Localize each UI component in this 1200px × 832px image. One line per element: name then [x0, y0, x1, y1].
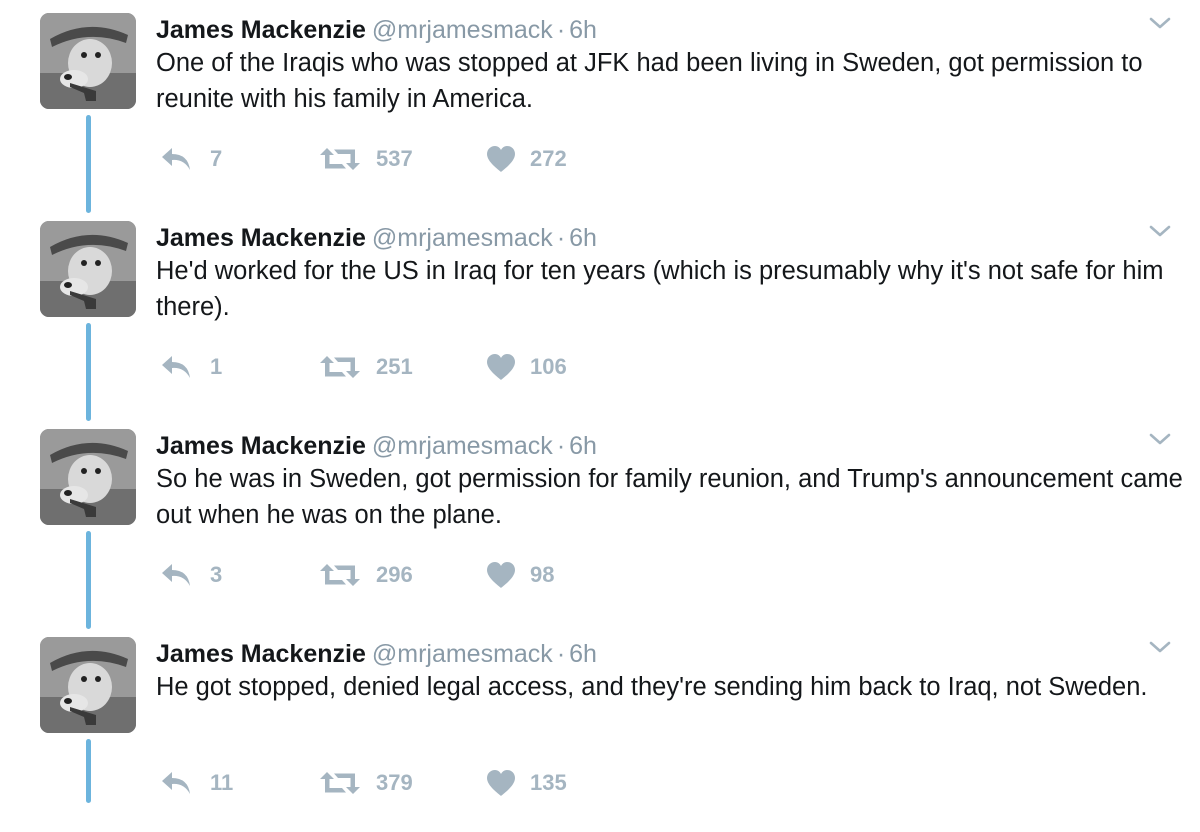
heart-icon: [487, 354, 515, 380]
timestamp[interactable]: 6h: [569, 432, 597, 460]
author-handle[interactable]: @mrjamesmack: [372, 640, 553, 668]
timestamp[interactable]: 6h: [569, 224, 597, 252]
thread-connector: [86, 531, 91, 629]
reply-count: 7: [210, 146, 223, 171]
avatar[interactable]: [40, 637, 136, 733]
retweet-icon: [320, 356, 360, 378]
retweet-count: 251: [376, 354, 413, 379]
reply-button[interactable]: 3: [160, 558, 222, 592]
reply-button[interactable]: 11: [160, 766, 233, 800]
tweet-actions: 3 296 98: [160, 558, 760, 592]
separator: ·: [556, 224, 566, 252]
tweet-actions: 11 379 135: [160, 766, 760, 800]
reply-button[interactable]: 7: [160, 142, 222, 176]
retweet-icon: [320, 148, 360, 170]
reply-arrow-icon: [162, 356, 190, 378]
heart-icon: [487, 562, 515, 588]
author-name[interactable]: James Mackenzie: [156, 432, 366, 460]
reply-count: 1: [210, 354, 223, 379]
timestamp[interactable]: 6h: [569, 16, 597, 44]
avatar[interactable]: [40, 429, 136, 525]
tweet-text: So he was in Sweden, got permission for …: [156, 465, 1183, 529]
like-button[interactable]: 272: [486, 142, 567, 176]
like-button[interactable]: 98: [486, 558, 554, 592]
tweet-actions: 1 251 106: [160, 350, 760, 384]
author-handle[interactable]: @mrjamesmack: [372, 432, 553, 460]
separator: ·: [556, 432, 566, 460]
avatar[interactable]: [40, 221, 136, 317]
tweet-header: James Mackenzie @mrjamesmack · 6h: [156, 221, 597, 255]
tweet-text: He'd worked for the US in Iraq for ten y…: [156, 257, 1164, 321]
thread-connector: [86, 739, 91, 803]
reply-count: 11: [210, 770, 234, 795]
retweet-button[interactable]: 537: [318, 142, 413, 176]
tweet[interactable]: James Mackenzie @mrjamesmack · 6h So he was…: [0, 416, 1200, 629]
reply-button[interactable]: 1: [160, 350, 222, 384]
retweet-button[interactable]: 251: [318, 350, 413, 384]
retweet-count: 379: [376, 770, 413, 795]
author-handle[interactable]: @mrjamesmack: [372, 16, 553, 44]
reply-arrow-icon: [162, 148, 190, 170]
tweet-header: James Mackenzie @mrjamesmack · 6h: [156, 637, 597, 671]
tweet-text: One of the Iraqis who was stopped at JFK…: [156, 49, 1143, 113]
retweet-icon: [320, 772, 360, 794]
retweet-button[interactable]: 379: [318, 766, 413, 800]
timestamp[interactable]: 6h: [569, 640, 597, 668]
separator: ·: [556, 640, 566, 668]
tweet-thread: James Mackenzie @mrjamesmack · 6h One of th…: [0, 0, 1200, 803]
retweet-count: 296: [376, 562, 413, 587]
tweet-actions: 7 537 272: [160, 142, 760, 176]
author-name[interactable]: James Mackenzie: [156, 224, 366, 252]
author-name[interactable]: James Mackenzie: [156, 16, 366, 44]
thread-connector: [86, 115, 91, 213]
tweet-text: He got stopped, denied legal access, and…: [156, 673, 1148, 701]
reply-arrow-icon: [162, 564, 190, 586]
tweet[interactable]: James Mackenzie @mrjamesmack · 6h He'd work…: [0, 208, 1200, 421]
like-button[interactable]: 106: [486, 350, 567, 384]
avatar-image: [40, 221, 136, 317]
like-count: 98: [530, 562, 555, 587]
retweet-button[interactable]: 296: [318, 558, 413, 592]
tweet-header: James Mackenzie @mrjamesmack · 6h: [156, 13, 597, 47]
tweet[interactable]: James Mackenzie @mrjamesmack · 6h One of th…: [0, 0, 1200, 213]
author-handle[interactable]: @mrjamesmack: [372, 224, 553, 252]
avatar-image: [40, 429, 136, 525]
chevron-down-icon[interactable]: [1148, 221, 1172, 241]
retweet-count: 537: [376, 146, 413, 171]
avatar[interactable]: [40, 13, 136, 109]
like-count: 135: [530, 770, 567, 795]
avatar-image: [40, 13, 136, 109]
reply-arrow-icon: [162, 772, 190, 794]
chevron-down-icon[interactable]: [1148, 13, 1172, 33]
like-count: 272: [530, 146, 567, 171]
like-button[interactable]: 135: [486, 766, 567, 800]
chevron-down-icon[interactable]: [1148, 429, 1172, 449]
thread-connector: [86, 323, 91, 421]
tweet[interactable]: James Mackenzie @mrjamesmack · 6h He got st…: [0, 624, 1200, 832]
avatar-image: [40, 637, 136, 733]
heart-icon: [487, 146, 515, 172]
like-count: 106: [530, 354, 567, 379]
reply-count: 3: [210, 562, 223, 587]
retweet-icon: [320, 564, 360, 586]
author-name[interactable]: James Mackenzie: [156, 640, 366, 668]
separator: ·: [556, 16, 566, 44]
chevron-down-icon[interactable]: [1148, 637, 1172, 657]
tweet-header: James Mackenzie @mrjamesmack · 6h: [156, 429, 597, 463]
heart-icon: [487, 770, 515, 796]
